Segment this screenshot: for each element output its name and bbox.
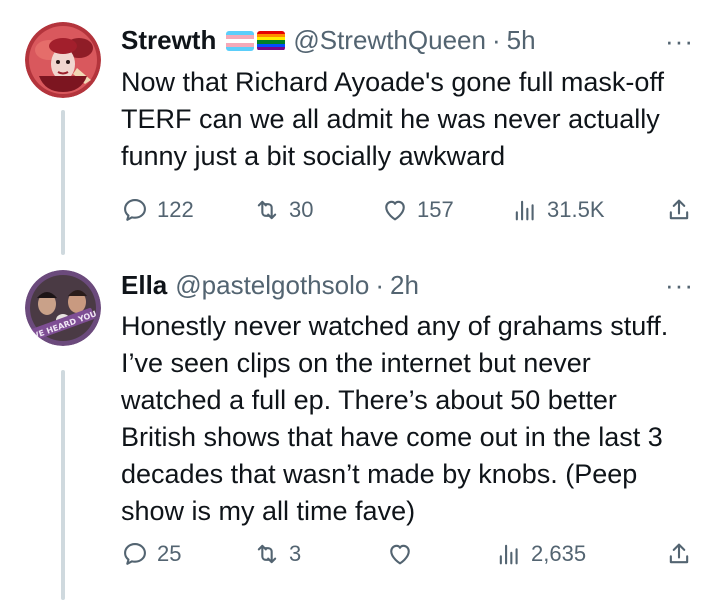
heart-icon: [385, 200, 405, 221]
user-handle[interactable]: @pastelgothsolo: [175, 270, 369, 301]
avatar[interactable]: WE HEARD YOU: [25, 270, 101, 346]
transgender-flag-icon: [226, 30, 255, 51]
heart-icon: [390, 544, 410, 565]
more-options-button[interactable]: ···: [665, 26, 694, 57]
reply-button[interactable]: 25: [121, 540, 181, 568]
separator-dot: ·: [375, 270, 384, 300]
thread-line-top: [61, 110, 65, 255]
rainbow-flag-icon: [257, 30, 286, 51]
views-chart-icon: [515, 200, 534, 221]
display-name[interactable]: Strewth: [121, 25, 216, 56]
thread-line-bottom: [61, 370, 65, 600]
reply-icon: [124, 543, 146, 565]
retweet-count: 3: [289, 541, 302, 566]
avatar-image-strewth: [25, 22, 101, 98]
tweet-text: Honestly never watched any of grahams st…: [121, 311, 669, 526]
retweet-count: 30: [289, 197, 314, 222]
tweet-text: Now that Richard Ayoade's gone full mask…: [121, 67, 664, 171]
name-flags: [226, 30, 286, 51]
share-icon: [669, 543, 689, 564]
separator-dot: ·: [491, 25, 501, 55]
timestamp[interactable]: 5h: [507, 25, 536, 56]
avatar-image-ella: WE HEARD YOU: [25, 270, 101, 346]
reply-icon: [124, 199, 146, 221]
share-icon: [669, 199, 689, 220]
like-button[interactable]: 157: [381, 196, 454, 224]
retweet-button[interactable]: 30: [253, 196, 313, 224]
share-button[interactable]: [665, 196, 701, 224]
timestamp[interactable]: 2h: [390, 270, 419, 301]
display-name[interactable]: Ella: [121, 270, 167, 301]
views-button[interactable]: 2,635: [495, 540, 586, 568]
tweet-header: Ella @pastelgothsolo · 2h: [121, 270, 419, 301]
retweet-icon: [257, 544, 277, 564]
like-count: 157: [417, 197, 454, 222]
more-options-button[interactable]: ···: [665, 270, 694, 301]
like-button[interactable]: [386, 540, 422, 568]
reply-button[interactable]: 122: [121, 196, 194, 224]
tweet-header: Strewth @StrewthQueen · 5h: [121, 25, 536, 56]
reply-count: 122: [157, 197, 194, 222]
retweet-button[interactable]: 3: [253, 540, 301, 568]
views-count: 2,635: [531, 541, 587, 566]
views-button[interactable]: 31.5K: [511, 196, 605, 224]
avatar[interactable]: [25, 22, 101, 98]
reply-count: 25: [157, 541, 182, 566]
share-button[interactable]: [665, 540, 701, 568]
retweet-icon: [257, 200, 277, 220]
user-handle[interactable]: @StrewthQueen: [293, 25, 486, 56]
views-count: 31.5K: [547, 197, 605, 222]
views-chart-icon: [499, 544, 518, 565]
